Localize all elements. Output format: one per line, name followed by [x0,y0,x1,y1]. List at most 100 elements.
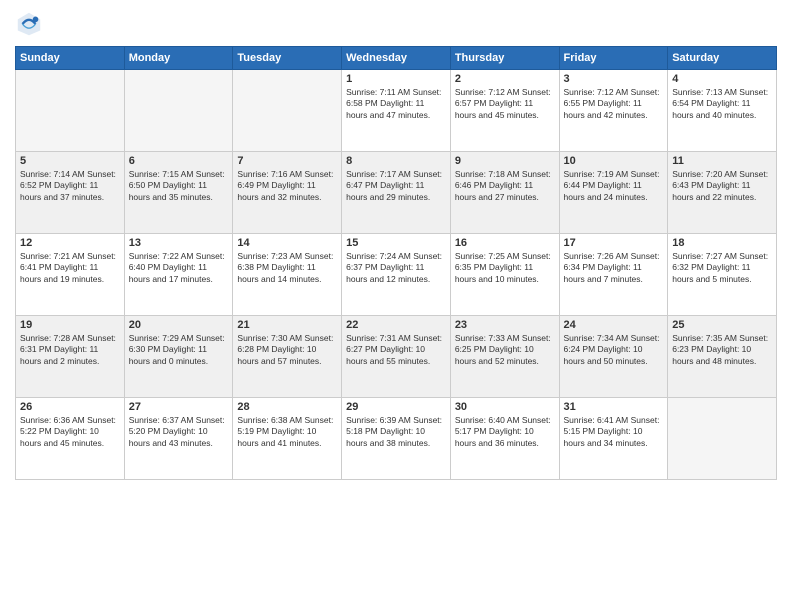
day-number: 19 [20,319,120,331]
day-info: Sunrise: 7:17 AM Sunset: 6:47 PM Dayligh… [346,169,446,203]
calendar-cell: 8 Sunrise: 7:17 AM Sunset: 6:47 PM Daylig… [342,152,451,234]
day-number: 8 [346,155,446,167]
day-number: 27 [129,401,229,413]
calendar-cell: 9 Sunrise: 7:18 AM Sunset: 6:46 PM Daylig… [450,152,559,234]
day-info: Sunrise: 7:35 AM Sunset: 6:23 PM Dayligh… [672,333,772,367]
day-number: 17 [564,237,664,249]
calendar-cell [233,70,342,152]
calendar-cell: 30Sunrise: 6:40 AM Sunset: 5:17 PM Dayli… [450,398,559,480]
day-info: Sunrise: 7:21 AM Sunset: 6:41 PM Dayligh… [20,251,120,285]
day-number: 15 [346,237,446,249]
day-info: Sunrise: 7:25 AM Sunset: 6:35 PM Dayligh… [455,251,555,285]
calendar-week-4: 19Sunrise: 7:28 AM Sunset: 6:31 PM Dayli… [16,316,777,398]
day-info: Sunrise: 7:29 AM Sunset: 6:30 PM Dayligh… [129,333,229,367]
calendar-cell: 19Sunrise: 7:28 AM Sunset: 6:31 PM Dayli… [16,316,125,398]
day-number: 13 [129,237,229,249]
weekday-thursday: Thursday [450,47,559,70]
day-info: Sunrise: 7:12 AM Sunset: 6:57 PM Dayligh… [455,87,555,121]
weekday-monday: Monday [124,47,233,70]
day-info: Sunrise: 7:18 AM Sunset: 6:46 PM Dayligh… [455,169,555,203]
day-info: Sunrise: 6:38 AM Sunset: 5:19 PM Dayligh… [237,415,337,449]
day-info: Sunrise: 7:24 AM Sunset: 6:37 PM Dayligh… [346,251,446,285]
day-number: 31 [564,401,664,413]
day-number: 11 [672,155,772,167]
day-info: Sunrise: 7:11 AM Sunset: 6:58 PM Dayligh… [346,87,446,121]
page: SundayMondayTuesdayWednesdayThursdayFrid… [0,0,792,612]
day-info: Sunrise: 7:30 AM Sunset: 6:28 PM Dayligh… [237,333,337,367]
day-info: Sunrise: 7:16 AM Sunset: 6:49 PM Dayligh… [237,169,337,203]
weekday-saturday: Saturday [668,47,777,70]
calendar-cell: 4Sunrise: 7:13 AM Sunset: 6:54 PM Daylig… [668,70,777,152]
calendar-cell: 6Sunrise: 7:15 AM Sunset: 6:50 PM Daylig… [124,152,233,234]
day-number: 29 [346,401,446,413]
weekday-sunday: Sunday [16,47,125,70]
day-number: 26 [20,401,120,413]
calendar-cell: 28 Sunrise: 6:38 AM Sunset: 5:19 PM Dayli… [233,398,342,480]
day-number: 28 [237,401,337,413]
calendar-cell: 11 Sunrise: 7:20 AM Sunset: 6:43 PM Dayli… [668,152,777,234]
calendar-cell: 17 Sunrise: 7:26 AM Sunset: 6:34 PM Dayli… [559,234,668,316]
calendar-cell: 29 Sunrise: 6:39 AM Sunset: 5:18 PM Dayli… [342,398,451,480]
day-info: Sunrise: 7:31 AM Sunset: 6:27 PM Dayligh… [346,333,446,367]
calendar-week-1: 1 Sunrise: 7:11 AM Sunset: 6:58 PM Daylig… [16,70,777,152]
calendar-cell: 16 Sunrise: 7:25 AM Sunset: 6:35 PM Dayli… [450,234,559,316]
calendar-cell: 23 Sunrise: 7:33 AM Sunset: 6:25 PM Dayli… [450,316,559,398]
calendar-cell: 21 Sunrise: 7:30 AM Sunset: 6:28 PM Dayli… [233,316,342,398]
calendar-table: SundayMondayTuesdayWednesdayThursdayFrid… [15,46,777,480]
calendar-week-5: 26 Sunrise: 6:36 AM Sunset: 5:22 PM Dayli… [16,398,777,480]
calendar-cell [16,70,125,152]
calendar-cell: 27Sunrise: 6:37 AM Sunset: 5:20 PM Dayli… [124,398,233,480]
day-number: 10 [564,155,664,167]
calendar-cell: 31 Sunrise: 6:41 AM Sunset: 5:15 PM Dayli… [559,398,668,480]
calendar-cell: 18Sunrise: 7:27 AM Sunset: 6:32 PM Dayli… [668,234,777,316]
day-info: Sunrise: 7:14 AM Sunset: 6:52 PM Dayligh… [20,169,120,203]
day-number: 6 [129,155,229,167]
logo-icon [15,10,43,38]
calendar-cell: 10 Sunrise: 7:19 AM Sunset: 6:44 PM Dayli… [559,152,668,234]
calendar-cell: 3Sunrise: 7:12 AM Sunset: 6:55 PM Daylig… [559,70,668,152]
day-number: 5 [20,155,120,167]
calendar-cell: 20Sunrise: 7:29 AM Sunset: 6:30 PM Dayli… [124,316,233,398]
weekday-wednesday: Wednesday [342,47,451,70]
calendar-cell [668,398,777,480]
day-number: 7 [237,155,337,167]
weekday-header-row: SundayMondayTuesdayWednesdayThursdayFrid… [16,47,777,70]
calendar-cell: 5 Sunrise: 7:14 AM Sunset: 6:52 PM Daylig… [16,152,125,234]
day-number: 25 [672,319,772,331]
logo [15,10,47,38]
day-number: 2 [455,73,555,85]
day-info: Sunrise: 7:19 AM Sunset: 6:44 PM Dayligh… [564,169,664,203]
header [15,10,777,38]
day-info: Sunrise: 7:20 AM Sunset: 6:43 PM Dayligh… [672,169,772,203]
day-number: 3 [564,73,664,85]
day-number: 22 [346,319,446,331]
day-number: 16 [455,237,555,249]
day-number: 24 [564,319,664,331]
weekday-friday: Friday [559,47,668,70]
day-info: Sunrise: 7:34 AM Sunset: 6:24 PM Dayligh… [564,333,664,367]
calendar-cell: 22 Sunrise: 7:31 AM Sunset: 6:27 PM Dayli… [342,316,451,398]
day-info: Sunrise: 6:41 AM Sunset: 5:15 PM Dayligh… [564,415,664,449]
day-number: 12 [20,237,120,249]
day-number: 14 [237,237,337,249]
day-number: 18 [672,237,772,249]
calendar-cell: 14 Sunrise: 7:23 AM Sunset: 6:38 PM Dayli… [233,234,342,316]
calendar-cell: 2 Sunrise: 7:12 AM Sunset: 6:57 PM Daylig… [450,70,559,152]
day-number: 23 [455,319,555,331]
calendar-cell: 13 Sunrise: 7:22 AM Sunset: 6:40 PM Dayli… [124,234,233,316]
day-number: 1 [346,73,446,85]
calendar-cell: 25 Sunrise: 7:35 AM Sunset: 6:23 PM Dayli… [668,316,777,398]
day-info: Sunrise: 6:40 AM Sunset: 5:17 PM Dayligh… [455,415,555,449]
calendar-cell: 1 Sunrise: 7:11 AM Sunset: 6:58 PM Daylig… [342,70,451,152]
calendar-week-2: 5 Sunrise: 7:14 AM Sunset: 6:52 PM Daylig… [16,152,777,234]
day-info: Sunrise: 7:22 AM Sunset: 6:40 PM Dayligh… [129,251,229,285]
day-info: Sunrise: 6:36 AM Sunset: 5:22 PM Dayligh… [20,415,120,449]
day-info: Sunrise: 7:33 AM Sunset: 6:25 PM Dayligh… [455,333,555,367]
day-info: Sunrise: 7:23 AM Sunset: 6:38 PM Dayligh… [237,251,337,285]
day-info: Sunrise: 6:39 AM Sunset: 5:18 PM Dayligh… [346,415,446,449]
day-number: 4 [672,73,772,85]
day-number: 9 [455,155,555,167]
day-info: Sunrise: 7:26 AM Sunset: 6:34 PM Dayligh… [564,251,664,285]
day-number: 21 [237,319,337,331]
calendar-cell: 24 Sunrise: 7:34 AM Sunset: 6:24 PM Dayli… [559,316,668,398]
